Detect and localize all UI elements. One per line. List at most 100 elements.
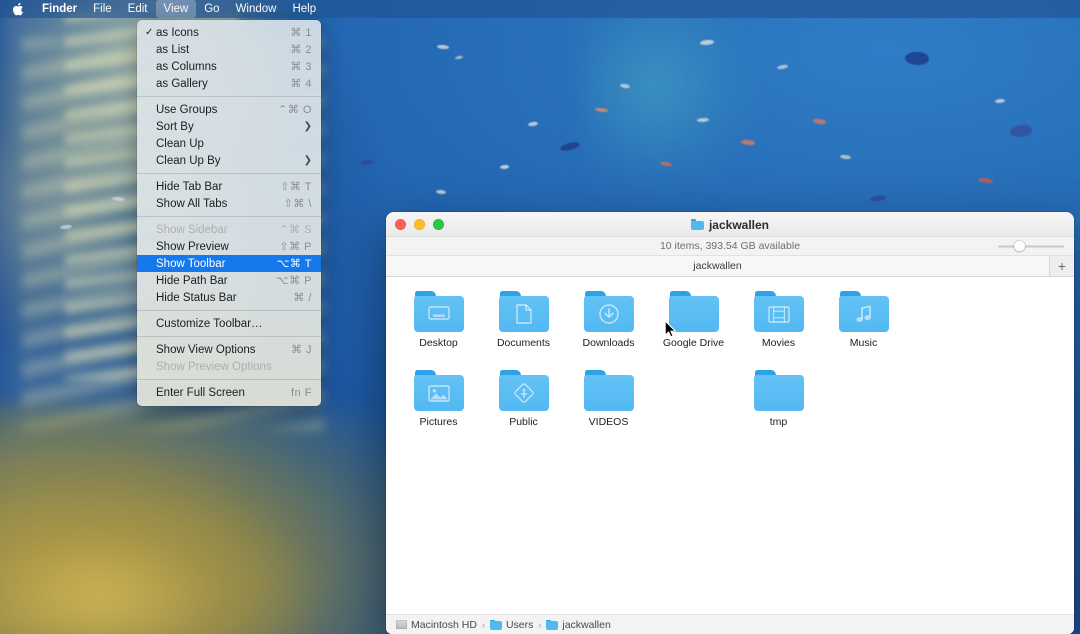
folder-icon xyxy=(498,370,549,411)
menu-item-customize-toolbar[interactable]: Customize Toolbar… xyxy=(137,315,321,332)
wallpaper-fish xyxy=(904,51,930,66)
file-item-tmp[interactable]: tmp xyxy=(736,370,821,428)
path-item-macintosh-hd[interactable]: Macintosh HD xyxy=(396,619,477,631)
menu-item-as-list[interactable]: as List ⌘ 2 xyxy=(137,41,321,58)
menu-bar-item-edit[interactable]: Edit xyxy=(120,0,156,18)
menu-item-sort-by[interactable]: Sort By ❯ xyxy=(137,118,321,135)
view-dropdown-menu[interactable]: ✓ as Icons ⌘ 1 as List ⌘ 2 as Columns ⌘ 3 as Ga… xyxy=(137,20,321,406)
wallpaper-seafloor-highlight xyxy=(0,481,432,634)
menu-separator xyxy=(137,310,321,311)
finder-window[interactable]: jackwallen 10 items, 393.54 GB available… xyxy=(386,212,1074,634)
window-titlebar[interactable]: jackwallen xyxy=(386,212,1074,237)
menu-item-label: Show Toolbar xyxy=(156,257,226,270)
file-item-pictures[interactable]: Pictures xyxy=(396,370,481,428)
menu-item-hide-tab-bar[interactable]: Hide Tab Bar ⇧⌘ T xyxy=(137,178,321,195)
menu-item-label: Show Preview Options xyxy=(156,360,272,373)
file-item-label: Desktop xyxy=(419,337,458,349)
menu-bar-items: Finder File Edit View Go Window Help xyxy=(34,0,324,18)
folder-icon xyxy=(838,291,889,332)
window-title-text: jackwallen xyxy=(708,217,770,232)
menu-item-show-sidebar: Show Sidebar ⌃⌘ S xyxy=(137,221,321,238)
menu-item-show-view-options[interactable]: Show View Options ⌘ J xyxy=(137,341,321,358)
folder-icon xyxy=(753,370,804,411)
path-item-users[interactable]: Users xyxy=(489,619,533,631)
maximize-button[interactable] xyxy=(433,218,444,230)
menu-item-label: Show Preview xyxy=(156,240,229,253)
menu-item-hide-path-bar[interactable]: Hide Path Bar ⌥⌘ P xyxy=(137,272,321,289)
file-item-label: VIDEOS xyxy=(588,416,629,428)
file-item-label: Downloads xyxy=(582,337,635,349)
menu-item-as-icons[interactable]: ✓ as Icons ⌘ 1 xyxy=(137,24,321,41)
folder-icon xyxy=(546,619,559,630)
minimize-button[interactable] xyxy=(414,218,425,230)
menu-item-label: Show Sidebar xyxy=(156,223,228,236)
menu-item-show-preview-options: Show Preview Options xyxy=(137,358,321,375)
menu-bar-item-view[interactable]: View xyxy=(155,0,197,18)
file-item-google-drive[interactable]: Google Drive xyxy=(651,291,736,349)
file-item-documents[interactable]: Documents xyxy=(481,291,566,349)
icon-row: Pictures Public VIDEOS tmp xyxy=(386,370,1074,428)
none xyxy=(584,375,634,411)
menu-item-clean-up[interactable]: Clean Up xyxy=(137,135,321,152)
file-item-movies[interactable]: Movies xyxy=(736,291,821,349)
slider-knob[interactable] xyxy=(1014,240,1025,252)
photo-glyph xyxy=(414,375,464,411)
menu-item-enter-full-screen[interactable]: Enter Full Screen fn F xyxy=(137,384,321,401)
path-bar[interactable]: Macintosh HD › Users › jackwallen xyxy=(386,614,1074,634)
menu-item-label: Hide Status Bar xyxy=(156,291,237,304)
none xyxy=(754,375,804,411)
menu-item-label: as Icons xyxy=(156,26,199,39)
menu-item-use-groups[interactable]: Use Groups ⌃⌘ O xyxy=(137,101,321,118)
grid-gap xyxy=(651,370,736,428)
public-glyph xyxy=(499,375,549,411)
file-item-videos[interactable]: VIDEOS xyxy=(566,370,651,428)
menu-item-show-preview[interactable]: Show Preview ⇧⌘ P xyxy=(137,238,321,255)
menu-item-hide-status-bar[interactable]: Hide Status Bar ⌘ / xyxy=(137,289,321,306)
menu-item-label: as Columns xyxy=(156,60,217,73)
menu-item-shortcut: ⇧⌘ T xyxy=(280,181,312,193)
apple-menu-icon[interactable] xyxy=(0,2,34,16)
close-button[interactable] xyxy=(395,218,406,230)
status-bar: 10 items, 393.54 GB available xyxy=(386,237,1074,256)
menu-item-shortcut: ⌘ 2 xyxy=(290,44,312,56)
menu-item-as-columns[interactable]: as Columns ⌘ 3 xyxy=(137,58,321,75)
menu-bar-item-window[interactable]: Window xyxy=(228,0,285,18)
menu-bar-item-file[interactable]: File xyxy=(85,0,120,18)
file-icon-grid[interactable]: Desktop Documents Downloads Google Drive Mov… xyxy=(386,277,1074,614)
checkmark-icon: ✓ xyxy=(145,26,154,38)
menu-item-label: Hide Path Bar xyxy=(156,274,228,287)
path-separator: › xyxy=(538,619,542,630)
menu-item-show-toolbar[interactable]: Show Toolbar ⌥⌘ T xyxy=(137,255,321,272)
music-note-glyph xyxy=(839,296,889,332)
menu-item-shortcut: ⇧⌘ P xyxy=(279,241,312,253)
folder-icon xyxy=(583,291,634,332)
file-item-public[interactable]: Public xyxy=(481,370,566,428)
menu-item-label: Enter Full Screen xyxy=(156,386,245,399)
menu-item-label: Sort By xyxy=(156,120,194,133)
new-tab-button[interactable]: + xyxy=(1050,256,1074,276)
file-item-label: Google Drive xyxy=(662,337,725,349)
file-item-label: Public xyxy=(509,416,538,428)
status-bar-text: 10 items, 393.54 GB available xyxy=(659,240,801,252)
traffic-lights xyxy=(386,218,444,230)
tab-jackwallen[interactable]: jackwallen xyxy=(386,256,1050,276)
menu-item-clean-up-by[interactable]: Clean Up By ❯ xyxy=(137,152,321,169)
file-item-music[interactable]: Music xyxy=(821,291,906,349)
file-item-downloads[interactable]: Downloads xyxy=(566,291,651,349)
menu-item-as-gallery[interactable]: as Gallery ⌘ 4 xyxy=(137,75,321,92)
menu-bar-item-help[interactable]: Help xyxy=(284,0,324,18)
file-item-label: tmp xyxy=(769,416,788,428)
menu-bar-item-go[interactable]: Go xyxy=(196,0,227,18)
chevron-right-icon: ❯ xyxy=(303,155,312,166)
menu-item-shortcut: ⌘ 3 xyxy=(290,61,312,73)
menu-bar-item-finder[interactable]: Finder xyxy=(34,0,85,18)
file-item-desktop[interactable]: Desktop xyxy=(396,291,481,349)
menu-separator xyxy=(137,216,321,217)
path-item-jackwallen[interactable]: jackwallen xyxy=(546,619,611,631)
folder-icon xyxy=(489,619,502,630)
menu-item-show-all-tabs[interactable]: Show All Tabs ⇧⌘ \ xyxy=(137,195,321,212)
window-title: jackwallen xyxy=(386,212,1074,237)
wallpaper-reef xyxy=(583,0,821,216)
icon-size-slider[interactable] xyxy=(998,240,1064,252)
folder-icon xyxy=(498,291,549,332)
